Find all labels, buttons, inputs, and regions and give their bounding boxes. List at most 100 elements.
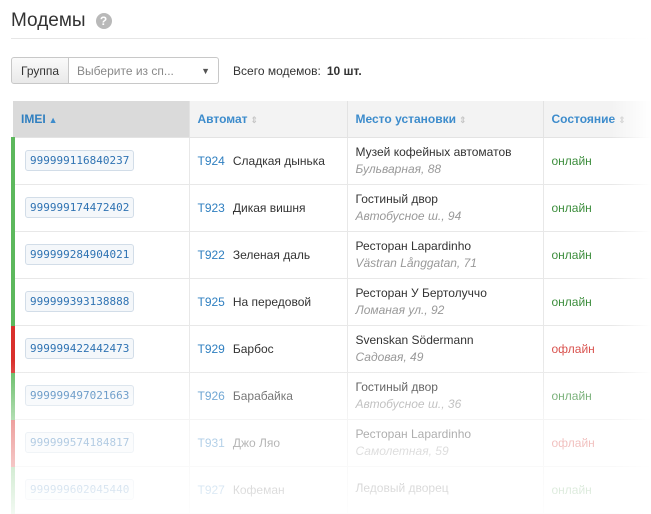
- sort-arrows-icon: ⇕: [459, 114, 467, 125]
- status-text: онлайн: [551, 200, 592, 215]
- location-address: Садовая, 49: [355, 350, 424, 364]
- machine-cell: T925 На передовой: [189, 278, 348, 326]
- modem-total: Всего модемов: 10 шт.: [233, 64, 362, 78]
- machine-code-link[interactable]: T926: [198, 389, 225, 403]
- imei-link[interactable]: 999999174472402: [25, 197, 135, 218]
- location-cell: Svenskan Södermann Садовая, 49: [347, 325, 544, 373]
- status-text: онлайн: [551, 482, 592, 497]
- imei-cell: 999999422442473: [11, 325, 190, 373]
- machine-code-link[interactable]: T931: [198, 436, 225, 450]
- column-header-label: Автомат: [197, 111, 248, 126]
- machine-cell: T926 Барабайка: [189, 372, 348, 420]
- status-text: офлайн: [551, 435, 595, 450]
- sort-arrows-icon: ⇕: [250, 114, 259, 125]
- status-text: онлайн: [551, 294, 592, 309]
- location-cell: Гостиный двор Автобусное ш., 94: [347, 184, 544, 232]
- machine-name: Дикая вишня: [232, 200, 306, 215]
- imei-cell: 999999116840237: [11, 137, 190, 185]
- location-cell: Гостиный двор Автобусное ш., 36: [347, 372, 544, 420]
- column-header-label: Место установки: [355, 111, 457, 126]
- status-text: онлайн: [551, 388, 592, 403]
- imei-link[interactable]: 999999393138888: [25, 291, 135, 312]
- location-address: Автобусное ш., 36: [355, 397, 462, 411]
- table-row[interactable]: 999999393138888 T925 На передовой Ресторан …: [11, 278, 651, 326]
- machine-cell: T924 Сладкая дынька: [189, 137, 348, 185]
- total-label: Всего модемов:: [233, 63, 321, 78]
- sort-arrows-icon: ⇕: [618, 114, 626, 125]
- imei-link[interactable]: 999999284904021: [25, 244, 135, 265]
- imei-cell: 999999284904021: [11, 231, 190, 279]
- machine-cell: T923 Дикая вишня: [189, 184, 348, 232]
- machine-name: Сладкая дынька: [232, 153, 325, 168]
- machine-name: Джо Ляо: [232, 435, 281, 450]
- machine-name: На передовой: [232, 294, 312, 309]
- column-header-0[interactable]: IMEI ▲: [13, 101, 190, 138]
- column-header-label: Состояние: [551, 111, 616, 126]
- location-address: Ломаная ул., 92: [355, 303, 445, 317]
- imei-cell: 999999174472402: [11, 184, 190, 232]
- location-address: Автобусное ш., 94: [355, 209, 462, 223]
- imei-link[interactable]: 999999602045440: [25, 479, 135, 500]
- machine-cell: T927 Кофеман: [189, 466, 348, 514]
- header-divider: [11, 38, 651, 39]
- table-row[interactable]: 999999574184817 T931 Джо Ляо Ресторан Lapar…: [11, 419, 651, 467]
- question-circle-icon[interactable]: ?: [95, 13, 112, 29]
- machine-name: Барабайка: [232, 388, 293, 403]
- imei-link[interactable]: 999999422442473: [25, 338, 135, 359]
- location-name: Ресторан Lapardinho: [355, 239, 472, 253]
- location-name: Гостиный двор: [355, 192, 438, 206]
- machine-cell: T931 Джо Ляо: [189, 419, 348, 467]
- location-name: Ледовый дворец: [355, 481, 449, 495]
- location-name: Гостиный двор: [355, 380, 438, 394]
- table-row[interactable]: 999999174472402 T923 Дикая вишня Гостиный д…: [11, 184, 651, 232]
- location-name: Музей кофейных автоматов: [355, 145, 512, 159]
- column-header-1[interactable]: Автомат ⇕: [189, 101, 348, 138]
- machine-code-link[interactable]: T922: [198, 248, 225, 262]
- status-cell: онлайн: [543, 231, 651, 279]
- status-cell: онлайн: [543, 137, 651, 185]
- table-row[interactable]: 999999602045440 T927 Кофеман Ледовый дворец…: [11, 466, 651, 514]
- column-header-3[interactable]: Состояние ⇕: [543, 101, 651, 138]
- modems-table-wrapper: IMEI ▲ Автомат ⇕ Место установки ⇕ Состояние ⇕ …: [11, 101, 651, 514]
- machine-code-link[interactable]: T929: [198, 342, 225, 356]
- location-cell: Ресторан Lapardinho Västran Långgatan, 71: [347, 231, 544, 279]
- machine-name: Зеленая даль: [232, 247, 311, 262]
- page-header: Модемы ?: [11, 6, 112, 36]
- imei-cell: 999999497021663: [11, 372, 190, 420]
- status-cell: онлайн: [543, 372, 651, 420]
- imei-cell: 999999602045440: [11, 466, 190, 514]
- machine-code-link[interactable]: T927: [198, 483, 225, 497]
- status-text: онлайн: [551, 247, 592, 262]
- imei-link[interactable]: 999999574184817: [25, 432, 135, 453]
- imei-cell: 999999574184817: [11, 419, 190, 467]
- total-value: 10 шт.: [326, 63, 362, 78]
- table-row[interactable]: 999999116840237 T924 Сладкая дынька Музей к…: [11, 137, 651, 185]
- filter-bar: Группа Выберите из сп... ▼ Всего модемов…: [11, 57, 362, 84]
- modems-table: IMEI ▲ Автомат ⇕ Место установки ⇕ Состояние ⇕ …: [11, 101, 651, 514]
- status-cell: онлайн: [543, 184, 651, 232]
- table-row[interactable]: 999999284904021 T922 Зеленая даль Ресторан …: [11, 231, 651, 279]
- machine-code-link[interactable]: T923: [198, 201, 225, 215]
- location-address: Бульварная, 88: [355, 162, 442, 176]
- sort-arrows-icon: ▲: [48, 114, 58, 125]
- location-name: Svenskan Södermann: [355, 333, 474, 347]
- page-title: Модемы: [11, 10, 86, 31]
- location-name: Ресторан У Бертолуччо: [355, 286, 487, 300]
- group-select[interactable]: Выберите из сп... ▼: [69, 57, 220, 84]
- group-button[interactable]: Группа: [11, 57, 70, 84]
- table-body: 999999116840237 T924 Сладкая дынька Музей к…: [11, 137, 651, 514]
- status-cell: онлайн: [543, 466, 651, 514]
- location-cell: Ресторан У Бертолуччо Ломаная ул., 92: [347, 278, 544, 326]
- machine-code-link[interactable]: T925: [198, 295, 225, 309]
- imei-link[interactable]: 999999497021663: [25, 385, 135, 406]
- table-row[interactable]: 999999422442473 T929 Барбос Svenskan Söderm…: [11, 325, 651, 373]
- machine-code-link[interactable]: T924: [198, 154, 225, 168]
- chevron-down-icon: ▼: [201, 65, 211, 76]
- table-row[interactable]: 999999497021663 T926 Барабайка Гостиный дво…: [11, 372, 651, 420]
- imei-link[interactable]: 999999116840237: [25, 150, 135, 171]
- machine-name: Кофеман: [232, 482, 285, 497]
- column-header-2[interactable]: Место установки ⇕: [347, 101, 544, 138]
- location-cell: Ледовый дворец: [347, 466, 544, 514]
- status-cell: офлайн: [543, 325, 651, 373]
- status-cell: онлайн: [543, 278, 651, 326]
